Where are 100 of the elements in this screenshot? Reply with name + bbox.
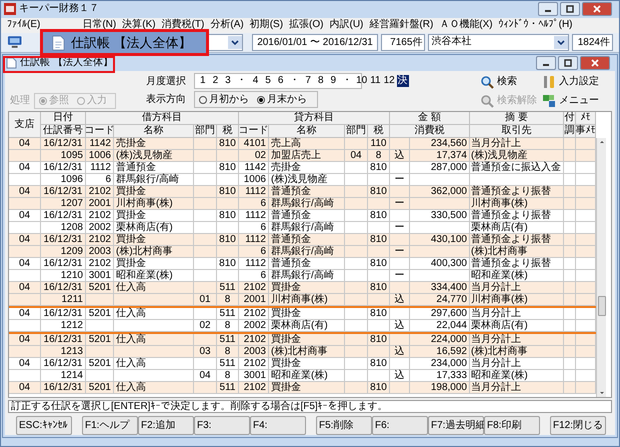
menu-item[interactable]: 経営羅針盤(R) <box>369 18 434 30</box>
radio-button[interactable]: 月初から <box>199 94 249 104</box>
close-button[interactable] <box>580 56 610 70</box>
maximize-button[interactable] <box>560 2 580 16</box>
journal-entry[interactable]: 04 16/12/31 2102 買掛金 810 1112 普通預金 810 362,000 普通預金より振替 1207 2001 川村商事(株) 6 群馬銀行/高崎 ー 川村商事(株) <box>9 186 596 210</box>
menu-item[interactable]: ＡＯ機能(X) <box>439 18 493 30</box>
month-option[interactable]: 3 <box>224 75 232 87</box>
table-cell: 2102 <box>86 234 114 246</box>
dropdown-caret-icon <box>554 36 568 49</box>
table-cell: 普通預金 <box>269 234 345 246</box>
month-option[interactable]: 10 <box>355 75 368 87</box>
toolbar-button[interactable]: メニュー <box>542 92 606 109</box>
dropdown-field[interactable] <box>208 34 244 51</box>
journal-entry[interactable]: 04 16/12/31 5201 仕入高 511 2102 買掛金 810 224,000 当月分計上 1213 03 8 2003 (株)北村商事 込 16,592 (株)北村商事 <box>9 334 596 358</box>
table-cell: 04 <box>9 382 41 394</box>
month-option[interactable]: 9 <box>330 75 338 87</box>
table-cell: 売掛金 <box>269 162 345 174</box>
month-option[interactable]: 8 <box>316 75 324 87</box>
scrollbar-thumb[interactable] <box>598 296 606 316</box>
table-cell: 普通預金に振込入金 <box>470 162 564 174</box>
function-key-button[interactable]: F3: <box>194 416 250 435</box>
menu-item[interactable]: 初期(S) <box>250 18 284 30</box>
table-cell: 普通預金より振替 <box>470 210 564 222</box>
journal-entry[interactable]: 04 16/12/31 5201 仕入高 511 2102 買掛金 810 198,000 当月分計上 <box>9 382 596 394</box>
menu-item[interactable]: 消費税(T) <box>162 18 204 30</box>
table-cell: 5201 <box>86 282 114 294</box>
table-cell: 04 <box>9 282 41 294</box>
journal-entry[interactable]: 04 16/12/31 1112 普通預金 810 1142 売掛金 810 287,000 普通預金に振込入金 1096 6 群馬銀行/高崎 1006 (株)浅見物産 ー <box>9 162 596 186</box>
menu-item[interactable]: 内訳(U) <box>330 18 364 30</box>
month-option[interactable]: 12 <box>382 75 396 87</box>
table-cell: 16/12/31 <box>41 186 86 198</box>
table-cell: 810 <box>368 334 390 346</box>
month-option[interactable]: 11 <box>369 75 382 87</box>
function-key-button[interactable]: F2:追加 <box>138 416 194 435</box>
office-dropdown[interactable]: 渋谷本社 <box>428 34 570 51</box>
table-cell: 400,300 <box>410 258 470 270</box>
journal-entry[interactable]: 04 16/12/31 5201 仕入高 511 2102 買掛金 810 297,600 当月分計上 1212 02 8 2002 栗林商店(有) 込 22,044 栗林商店(有) <box>9 306 598 334</box>
close-icon <box>591 59 599 67</box>
table-cell: 16/12/31 <box>41 234 86 246</box>
menu-item[interactable]: ｳｨﾝﾄﾞｳ・ﾍﾙﾌﾟ(H) <box>498 18 573 30</box>
function-key-button[interactable]: F5:削除 <box>316 416 372 435</box>
journal-entry[interactable]: 04 16/12/31 2102 買掛金 810 1112 普通預金 810 330,500 普通預金より振替 1208 2002 栗林商店(有) 6 群馬銀行/高崎 ー 栗林商店(有) <box>9 210 596 234</box>
office-name: 渋谷本社 <box>431 37 472 48</box>
journal-entry[interactable]: 04 16/12/31 2102 買掛金 810 1112 普通預金 810 430,100 普通預金より振替 1209 2003 (株)北村商事 6 群馬銀行/高崎 ー (株)北村商事 <box>9 234 596 258</box>
function-key-button[interactable]: F1:ヘルプ <box>82 416 138 435</box>
table-cell: 2002 <box>239 320 269 332</box>
close-button[interactable] <box>582 2 612 16</box>
table-cell: 04 <box>9 162 41 174</box>
month-option[interactable]: 1 <box>199 75 207 87</box>
month-option[interactable]: 4 <box>252 75 260 87</box>
month-option[interactable]: 2 <box>212 75 220 87</box>
function-key-button[interactable]: F12:閉じる <box>550 416 606 435</box>
table-cell: 普通預金より振替 <box>470 186 564 198</box>
field-label: 表示方向 <box>146 92 186 107</box>
scroll-up-icon[interactable] <box>598 138 606 146</box>
month-option[interactable]: 決 <box>396 75 409 87</box>
menu-item[interactable]: ﾌｧｲﾙ(E) <box>7 18 40 30</box>
table-cell: 04 <box>9 138 41 150</box>
minimize-button[interactable] <box>538 2 558 16</box>
maximize-button[interactable] <box>558 56 578 70</box>
radio-button[interactable]: 月末から <box>257 94 307 104</box>
month-option[interactable]: 7 <box>304 75 312 87</box>
dropdown-caret-icon <box>228 36 242 49</box>
function-key-button[interactable]: F6: <box>372 416 428 435</box>
table-cell: 8 <box>217 320 239 332</box>
table-cell: 買掛金 <box>114 234 194 246</box>
function-key-button[interactable]: ESC:ｷｬﾝｾﾙ <box>16 416 72 435</box>
function-key-button[interactable]: F4: <box>250 416 306 435</box>
journal-entry[interactable]: 04 16/12/31 5201 仕入高 511 2102 買掛金 810 234,000 当月分計上 1214 04 8 3001 昭和産業(株) 込 17,333 昭和産業(株) <box>9 358 596 382</box>
table-cell: 810 <box>217 258 239 270</box>
journal-entry[interactable]: 04 16/12/31 2102 買掛金 810 1112 普通預金 810 400,300 普通預金より振替 1210 3001 昭和産業(株) 6 群馬銀行/高崎 ー 昭和産業(株) <box>9 258 596 282</box>
table-cell: 2102 <box>86 186 114 198</box>
monitor-icon[interactable] <box>7 35 22 50</box>
scrollbar[interactable] <box>596 138 606 397</box>
table-cell: 16/12/31 <box>41 282 86 294</box>
month-option[interactable]: 5 <box>264 75 272 87</box>
journal-entry[interactable]: 04 16/12/31 5201 仕入高 511 2102 買掛金 810 334,400 当月分計上 1211 01 8 2001 川村商事(株) 込 24,770 川村商事(株) <box>9 282 596 306</box>
menu-item[interactable]: 分析(A) <box>210 18 244 30</box>
table-cell: 1142 <box>86 138 114 150</box>
table-cell: 買掛金 <box>269 282 345 294</box>
toolbar-button[interactable]: 入力設定 <box>542 73 606 90</box>
menu-item[interactable]: 拡張(O) <box>289 18 324 30</box>
scroll-down-icon[interactable] <box>598 389 606 397</box>
date-range-field[interactable]: 2016/01/01 〜 2016/12/31 <box>252 34 378 51</box>
table-cell: 511 <box>217 282 239 294</box>
menu-item[interactable]: 決算(K) <box>122 18 156 30</box>
toolbar-button[interactable]: 検索 <box>480 73 542 90</box>
table-cell: 334,400 <box>410 282 470 294</box>
journal-entry[interactable]: 04 16/12/31 1142 売掛金 810 4101 売上高 110 234,560 当月分計上 1095 1006 (株)浅見物産 02 加盟店売上 04 8 込 17,374 (株)浅見物産 <box>9 138 596 162</box>
table-cell: 287,000 <box>410 162 470 174</box>
menu-item[interactable]: 日常(N) <box>82 18 116 30</box>
month-option[interactable]: 6 <box>276 75 284 87</box>
table-cell: 810 <box>368 282 390 294</box>
minimize-button[interactable] <box>536 56 556 70</box>
table-cell: 16/12/31 <box>41 334 86 346</box>
table-cell: 仕入高 <box>114 334 194 346</box>
table-cell: 買掛金 <box>269 382 345 394</box>
table-cell: 362,000 <box>410 186 470 198</box>
function-key-button[interactable]: F8:印刷 <box>484 416 540 435</box>
table-cell: 2102 <box>86 258 114 270</box>
